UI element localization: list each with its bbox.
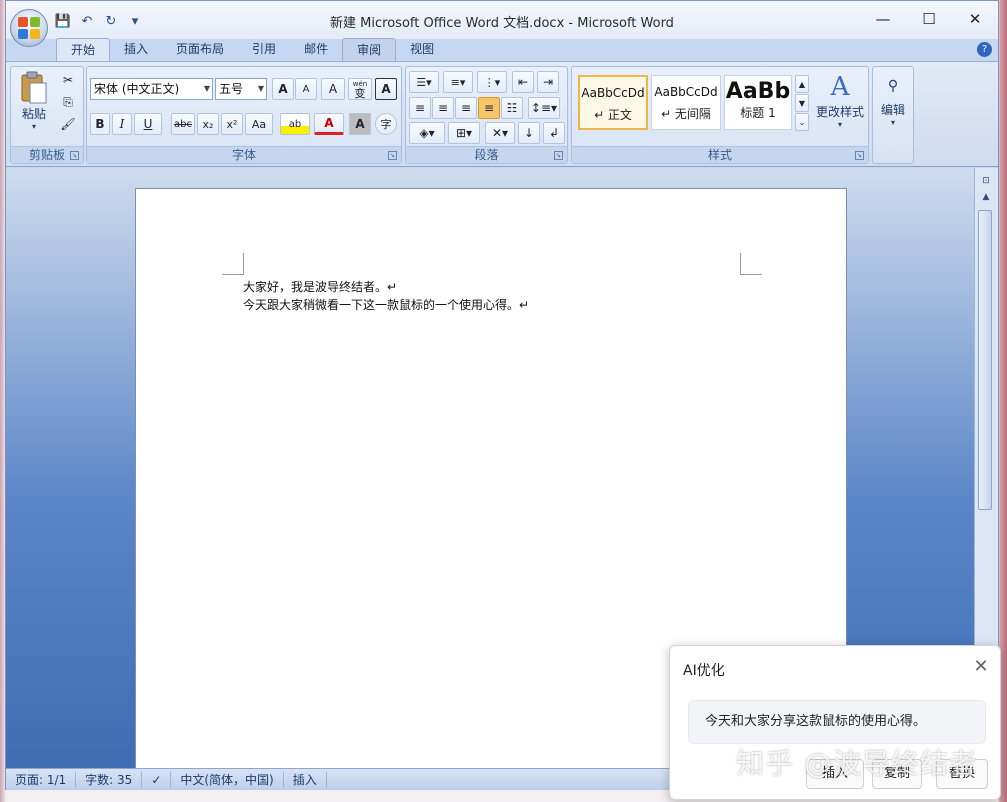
styles-more-icon[interactable]: ⌄ (795, 113, 809, 131)
justify-icon[interactable]: ≡ (478, 97, 500, 119)
align-right-icon[interactable]: ≡ (455, 97, 477, 119)
show-marks-icon[interactable]: ↲ (543, 122, 565, 144)
character-border-button[interactable]: A (375, 78, 397, 100)
ruler-toggle-icon[interactable]: ⊡ (979, 176, 993, 190)
clear-format-button[interactable]: A (321, 78, 345, 100)
binoculars-icon: ⚲ (887, 78, 899, 94)
status-insert-mode[interactable]: 插入 (284, 771, 327, 788)
window-title: 新建 Microsoft Office Word 文档.docx - Micro… (330, 16, 674, 31)
copy-icon[interactable]: ⎘ (57, 93, 79, 111)
styles-scroll-up-icon[interactable]: ▲ (795, 75, 809, 93)
enclose-characters-button[interactable]: 字 (375, 113, 397, 135)
status-word-count[interactable]: 字数: 35 (76, 771, 143, 788)
margin-mark-right (740, 253, 762, 275)
superscript-button[interactable]: x² (221, 113, 243, 135)
align-left-icon[interactable]: ≡ (409, 97, 431, 119)
status-language[interactable]: 中文(简体，中国) (171, 771, 284, 788)
style-normal[interactable]: AaBbCcDd ↵ 正文 (578, 75, 648, 130)
borders-icon[interactable]: ⊞▾ (448, 122, 480, 144)
styles-scroll-down-icon[interactable]: ▼ (795, 94, 809, 112)
change-styles-button[interactable]: A 更改样式 ▾ (812, 71, 868, 129)
cut-icon[interactable]: ✂ (57, 71, 79, 89)
tab-mailings[interactable]: 邮件 (290, 38, 342, 62)
font-name-select[interactable]: 宋体 (中文正文) ▼ (90, 78, 213, 100)
clipboard-group: 粘贴 ▾ ✂ ⎘ 🖌 剪贴板 ↘ (10, 66, 84, 164)
tab-view[interactable]: 视图 (396, 38, 448, 62)
maximize-button[interactable]: ☐ (906, 5, 952, 33)
tab-home[interactable]: 开始 (56, 38, 111, 62)
highlight-button[interactable]: ab (280, 113, 310, 135)
chinese-layout-icon[interactable]: ✕▾ (485, 122, 515, 144)
align-center-icon[interactable]: ≡ (432, 97, 454, 119)
paste-icon (21, 71, 47, 104)
sort-icon[interactable]: ↓ (518, 122, 540, 144)
watermark: 知乎 @波导终结者 (736, 747, 978, 780)
style-no-spacing[interactable]: AaBbCcDd ↵ 无间隔 (651, 75, 721, 130)
font-size-select[interactable]: 五号 ▼ (215, 78, 267, 100)
office-logo-icon (18, 17, 40, 39)
bullets-icon[interactable]: ☰▾ (409, 71, 439, 93)
bold-button[interactable]: B (90, 113, 110, 135)
close-button[interactable]: ✕ (952, 5, 998, 33)
margin-mark-left (222, 253, 244, 275)
decrease-indent-icon[interactable]: ⇤ (512, 71, 534, 93)
help-icon[interactable]: ? (977, 42, 992, 57)
tab-references[interactable]: 引用 (238, 38, 290, 62)
numbering-icon[interactable]: ≡▾ (443, 71, 473, 93)
tab-insert[interactable]: 插入 (110, 38, 162, 62)
editing-group: ⚲ 编辑 ▾ (872, 66, 914, 164)
title-bar: 💾 ↶ ↻ ▾ 新建 Microsoft Office Word 文档.docx… (6, 1, 998, 39)
styles-group: AaBbCcDd ↵ 正文 AaBbCcDd ↵ 无间隔 AaBb 标题 1 ▲… (571, 66, 869, 164)
style-heading-1[interactable]: AaBb 标题 1 (724, 75, 792, 130)
minimize-button[interactable]: — (860, 5, 906, 33)
paste-dropdown-icon: ▾ (31, 122, 36, 131)
status-page[interactable]: 页面: 1/1 (6, 771, 77, 788)
ai-suggestion-text[interactable]: 今天和大家分享这款鼠标的使用心得。 (688, 700, 986, 744)
distributed-icon[interactable]: ☷ (501, 97, 523, 119)
ribbon: 粘贴 ▾ ✂ ⎘ 🖌 剪贴板 ↘ 宋体 (中文正文) ▼ 五号 ▼ A A A wé… (6, 61, 998, 167)
paragraph-launcher-icon[interactable]: ↘ (554, 151, 563, 160)
italic-button[interactable]: I (112, 113, 132, 135)
styles-launcher-icon[interactable]: ↘ (855, 151, 864, 160)
subscript-button[interactable]: x₂ (197, 113, 219, 135)
ai-panel-title: AI优化 (683, 663, 725, 679)
shrink-font-button[interactable]: A (295, 78, 317, 100)
styles-group-label: 样式 (572, 146, 868, 163)
strikethrough-button[interactable]: abc (171, 113, 195, 135)
font-group: 宋体 (中文正文) ▼ 五号 ▼ A A A wén 变 A B I U abc x₂… (86, 66, 402, 164)
character-shading-button[interactable]: A (349, 113, 371, 135)
increase-indent-icon[interactable]: ⇥ (537, 71, 559, 93)
change-case-button[interactable]: Aa (245, 113, 273, 135)
paste-button[interactable]: 粘贴 ▾ (17, 71, 51, 131)
change-styles-icon: A (830, 72, 850, 102)
doc-line-2[interactable]: 今天跟大家稍微看一下这一款鼠标的一个使用心得。↵ (243, 296, 529, 313)
paragraph-group-label: 段落 (406, 146, 567, 163)
editing-button[interactable]: ⚲ 编辑 ▾ (875, 71, 911, 127)
tab-review[interactable]: 审阅 (342, 38, 397, 62)
clipboard-launcher-icon[interactable]: ↘ (70, 151, 79, 160)
font-group-label: 字体 (87, 146, 401, 163)
tab-page-layout[interactable]: 页面布局 (162, 38, 238, 62)
doc-line-1[interactable]: 大家好，我是波导终结者。↵ (243, 278, 397, 295)
font-launcher-icon[interactable]: ↘ (388, 151, 397, 160)
line-spacing-icon[interactable]: ↕≡▾ (528, 97, 560, 119)
format-painter-icon[interactable]: 🖌 (57, 115, 79, 133)
ribbon-tabs: 开始 插入 页面布局 引用 邮件 审阅 视图 (56, 38, 448, 62)
font-color-button[interactable]: A (314, 113, 344, 135)
grow-font-button[interactable]: A (272, 78, 294, 100)
phonetic-guide-button[interactable]: wén 变 (348, 78, 372, 100)
close-icon[interactable]: ✕ (972, 658, 990, 676)
shading-icon[interactable]: ◈▾ (409, 122, 445, 144)
spell-check-icon[interactable]: ✓ (142, 771, 172, 788)
paragraph-group: ☰▾ ≡▾ ⋮▾ ⇤ ⇥ ≡ ≡ ≡ ≡ ☷ ↕≡▾ ◈▾ ⊞▾ ✕▾ ↓ ↲ … (405, 66, 568, 164)
office-button[interactable] (10, 9, 48, 47)
scroll-up-icon[interactable]: ▲ (979, 192, 993, 206)
paste-label: 粘贴 (21, 107, 46, 121)
underline-button[interactable]: U (134, 113, 162, 135)
window-controls: — ☐ ✕ (860, 5, 998, 33)
scroll-thumb[interactable] (978, 210, 992, 510)
multilevel-list-icon[interactable]: ⋮▾ (477, 71, 507, 93)
